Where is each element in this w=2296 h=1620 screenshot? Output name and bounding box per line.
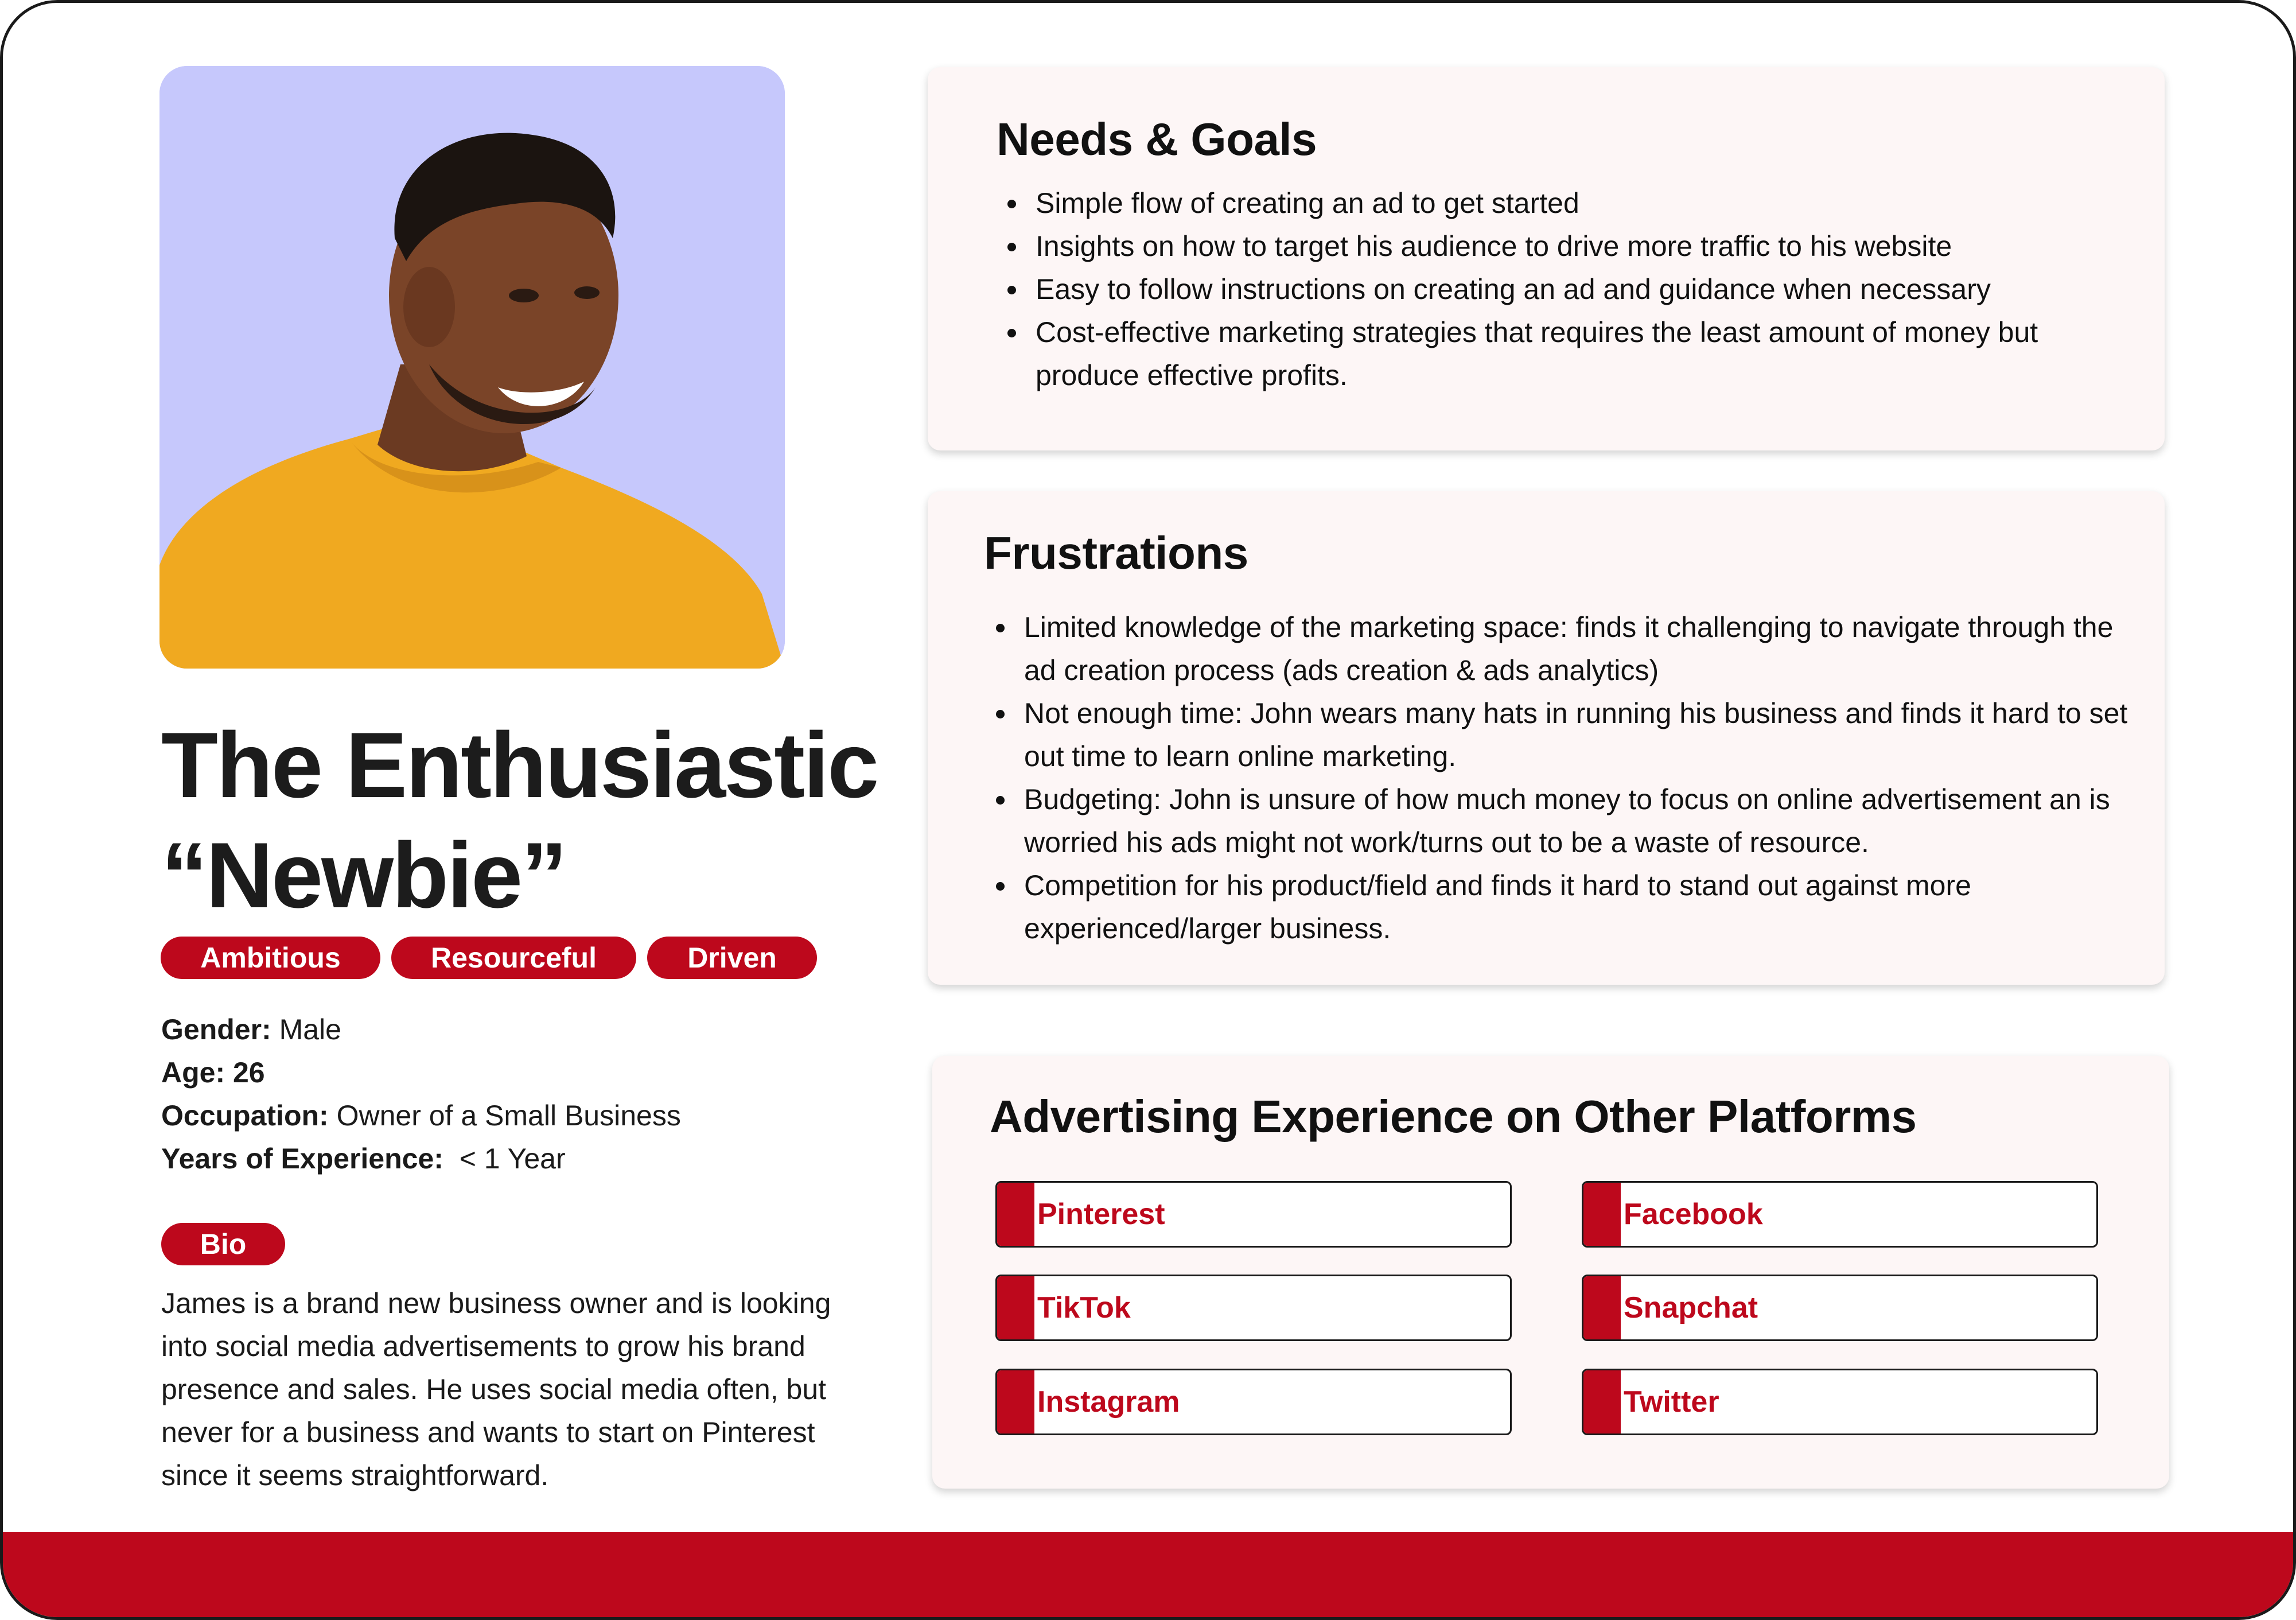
- advertising-experience-heading: Advertising Experience on Other Platform…: [990, 1091, 1917, 1142]
- platform-snapchat: Snapchat: [1582, 1275, 2098, 1341]
- frustrations-heading: Frustrations: [984, 527, 1248, 578]
- platform-experience-bar: [997, 1183, 1034, 1246]
- frustration-item: Limited knowledge of the marketing space…: [1017, 606, 2142, 692]
- detail-occupation-value: Owner of a Small Business: [328, 1100, 681, 1132]
- persona-details: Gender: Male Age: 26 Occupation: Owner o…: [161, 1008, 681, 1180]
- frustrations-list: Limited knowledge of the marketing space…: [984, 606, 2142, 950]
- needs-goals-heading: Needs & Goals: [997, 114, 1317, 165]
- platform-label: Twitter: [1624, 1385, 1719, 1419]
- platform-tiktok: TikTok: [995, 1275, 1512, 1341]
- platform-label: Pinterest: [1037, 1198, 1165, 1231]
- frustration-item: Competition for his product/field and fi…: [1017, 864, 2142, 950]
- platform-pinterest: Pinterest: [995, 1181, 1512, 1248]
- platform-label: Facebook: [1624, 1198, 1763, 1231]
- frustration-item: Not enough time: John wears many hats in…: [1017, 692, 2142, 778]
- footer-band: [3, 1532, 2293, 1617]
- detail-gender-label: Gender:: [161, 1013, 271, 1046]
- trait-badge-resourceful: Resourceful: [391, 937, 636, 979]
- needs-goals-list: Simple flow of creating an ad to get sta…: [995, 182, 2142, 397]
- detail-age-label: Age: 26: [161, 1056, 265, 1089]
- bio-badge: Bio: [161, 1223, 285, 1265]
- persona-title-line-1: The Enthusiastic: [161, 713, 879, 817]
- persona-title: The Enthusiastic “Newbie”: [161, 710, 879, 931]
- platform-label: Instagram: [1037, 1385, 1180, 1419]
- needs-goals-item: Easy to follow instructions on creating …: [1029, 268, 2142, 311]
- detail-gender: Gender: Male: [161, 1008, 681, 1051]
- detail-occupation-label: Occupation:: [161, 1100, 329, 1132]
- person-portrait-image: [159, 66, 785, 669]
- needs-goals-panel: Needs & Goals Simple flow of creating an…: [928, 67, 2165, 450]
- trait-badge-ambitious: Ambitious: [161, 937, 380, 979]
- needs-goals-item: Cost-effective marketing strategies that…: [1029, 311, 2142, 397]
- needs-goals-item: Insights on how to target his audience t…: [1029, 225, 2142, 268]
- bio-text: James is a brand new business owner and …: [161, 1287, 831, 1491]
- frustration-item: Budgeting: John is unsure of how much mo…: [1017, 778, 2142, 864]
- persona-title-line-2: “Newbie”: [161, 823, 567, 927]
- platform-experience-bar: [997, 1370, 1034, 1433]
- trait-badge-driven: Driven: [647, 937, 817, 979]
- platform-twitter: Twitter: [1582, 1369, 2098, 1435]
- platform-experience-bar: [1583, 1370, 1621, 1433]
- detail-experience-label: Years of Experience:: [161, 1143, 443, 1175]
- detail-age: Age: 26: [161, 1051, 681, 1094]
- needs-goals-item: Simple flow of creating an ad to get sta…: [1029, 182, 2142, 225]
- platform-label: TikTok: [1037, 1291, 1131, 1324]
- platform-facebook: Facebook: [1582, 1181, 2098, 1248]
- advertising-experience-panel: Advertising Experience on Other Platform…: [932, 1056, 2169, 1489]
- detail-occupation: Occupation: Owner of a Small Business: [161, 1094, 681, 1137]
- platform-experience-bar: [997, 1276, 1034, 1339]
- persona-card: The Enthusiastic “Newbie” Ambitious Reso…: [0, 0, 2296, 1620]
- platform-experience-bar: [1583, 1183, 1621, 1246]
- detail-gender-value: Male: [271, 1013, 341, 1046]
- platform-experience-bar: [1583, 1276, 1621, 1339]
- frustrations-panel: Frustrations Limited knowledge of the ma…: [928, 491, 2165, 985]
- detail-experience-value: < 1 Year: [443, 1143, 566, 1175]
- platform-label: Snapchat: [1624, 1291, 1758, 1324]
- detail-experience: Years of Experience: < 1 Year: [161, 1137, 681, 1180]
- platform-instagram: Instagram: [995, 1369, 1512, 1435]
- persona-photo: [159, 66, 785, 669]
